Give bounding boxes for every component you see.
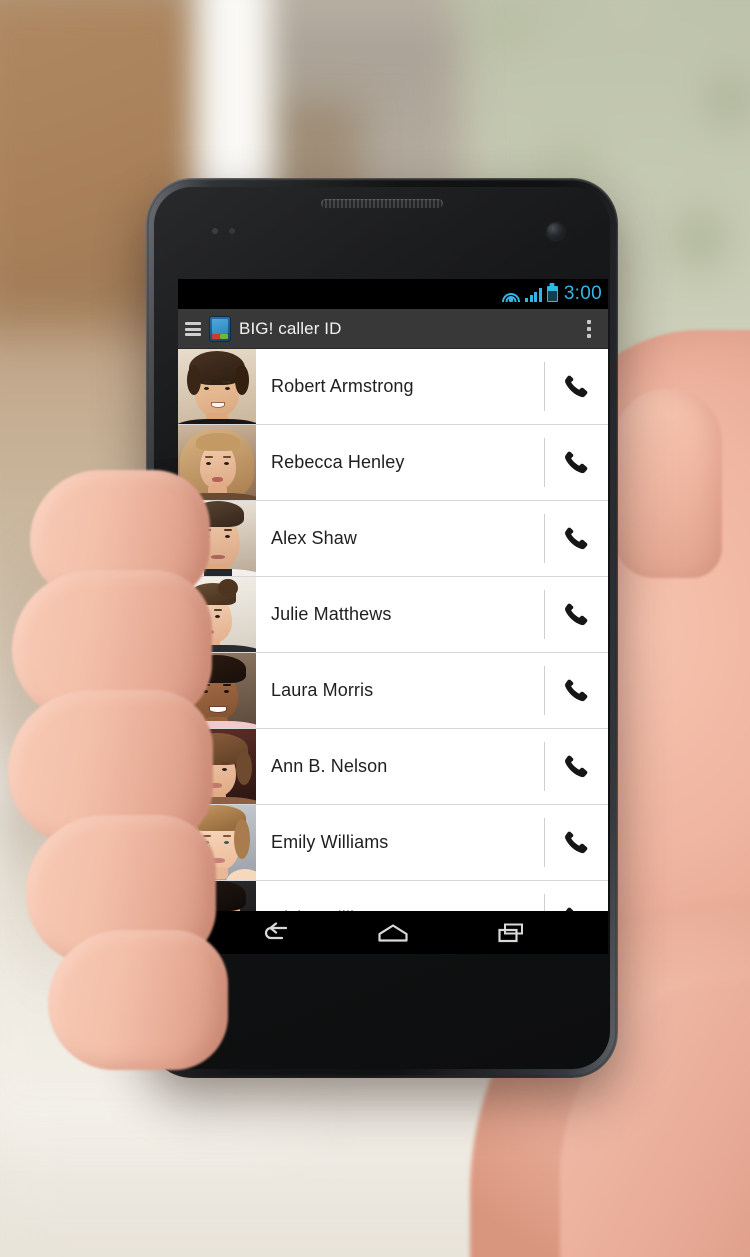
contact-name: Laura Morris: [271, 680, 374, 700]
phone-handset-icon: [565, 831, 588, 853]
contact-name-cell[interactable]: Nicky Williams: [256, 881, 544, 911]
contact-name-cell[interactable]: Rebecca Henley: [256, 425, 544, 500]
call-button[interactable]: [544, 577, 608, 652]
contact-name: Emily Williams: [271, 832, 389, 852]
earpiece-speaker-icon: [321, 199, 443, 208]
hand-fingertip-top: [614, 388, 722, 578]
back-button[interactable]: [252, 920, 298, 946]
call-button[interactable]: [544, 881, 608, 911]
status-bar-clock: 3:00: [563, 283, 602, 304]
contact-list[interactable]: Robert Armstrong Rebecca Henley Alex Sha…: [178, 349, 608, 911]
call-button[interactable]: [544, 425, 608, 500]
phone-handset-icon: [565, 603, 588, 625]
contact-name-cell[interactable]: Julie Matthews: [256, 577, 544, 652]
navigation-bar: [178, 911, 608, 954]
contact-name-cell[interactable]: Emily Williams: [256, 805, 544, 880]
table-row[interactable]: Emily Williams: [178, 805, 608, 881]
table-row[interactable]: Alex Shaw: [178, 501, 608, 577]
status-bar: 3:00: [178, 279, 608, 309]
proximity-sensor-icon: [210, 227, 238, 235]
table-row[interactable]: Rebecca Henley: [178, 425, 608, 501]
call-button[interactable]: [544, 349, 608, 424]
contact-name-cell[interactable]: Robert Armstrong: [256, 349, 544, 424]
contact-name: Robert Armstrong: [271, 376, 414, 396]
table-row[interactable]: Julie Matthews: [178, 577, 608, 653]
hamburger-menu-icon[interactable]: [185, 322, 201, 336]
table-row[interactable]: Robert Armstrong: [178, 349, 608, 425]
contact-name: Alex Shaw: [271, 528, 357, 548]
front-camera-icon: [547, 223, 564, 240]
contact-name-cell[interactable]: Laura Morris: [256, 653, 544, 728]
contact-name-cell[interactable]: Ann B. Nelson: [256, 729, 544, 804]
phone-device: 3:00 BIG! caller ID Robert Armstrong Reb…: [146, 178, 618, 1078]
phone-handset-icon: [565, 679, 588, 701]
battery-icon: [546, 286, 558, 302]
back-arrow-icon: [264, 921, 288, 939]
app-title: BIG! caller ID: [239, 319, 342, 338]
phone-glass: 3:00 BIG! caller ID Robert Armstrong Reb…: [154, 187, 610, 1069]
phone-handset-icon: [565, 375, 588, 397]
recent-apps-icon: [498, 923, 523, 942]
contact-name-cell[interactable]: Alex Shaw: [256, 501, 544, 576]
recents-button[interactable]: [488, 920, 534, 946]
call-button[interactable]: [544, 501, 608, 576]
table-row[interactable]: Nicky Williams: [178, 881, 608, 911]
status-bar-icons: [501, 286, 558, 302]
wifi-icon: [501, 287, 520, 302]
big-caller-id-app-icon[interactable]: [209, 316, 231, 342]
hand-finger-lower: [48, 930, 228, 1070]
phone-handset-icon: [565, 755, 588, 777]
contact-name: Julie Matthews: [271, 604, 392, 624]
overflow-menu-icon[interactable]: [584, 320, 598, 338]
call-button[interactable]: [544, 729, 608, 804]
call-button[interactable]: [544, 805, 608, 880]
avatar: [178, 349, 256, 424]
phone-handset-icon: [565, 527, 588, 549]
table-row[interactable]: Ann B. Nelson: [178, 729, 608, 805]
phone-screen: 3:00 BIG! caller ID Robert Armstrong Reb…: [178, 279, 608, 954]
signal-icon: [525, 287, 542, 302]
table-row[interactable]: Laura Morris: [178, 653, 608, 729]
phone-handset-icon: [565, 907, 574, 911]
action-bar: BIG! caller ID: [178, 309, 608, 349]
screenshot-scene: 3:00 BIG! caller ID Robert Armstrong Reb…: [0, 0, 750, 1257]
contact-name: Rebecca Henley: [271, 452, 405, 472]
contact-name: Nicky Williams: [271, 908, 388, 911]
phone-handset-icon: [565, 451, 588, 473]
call-button[interactable]: [544, 653, 608, 728]
home-icon: [378, 923, 408, 942]
home-button[interactable]: [370, 920, 416, 946]
contact-name: Ann B. Nelson: [271, 756, 388, 776]
